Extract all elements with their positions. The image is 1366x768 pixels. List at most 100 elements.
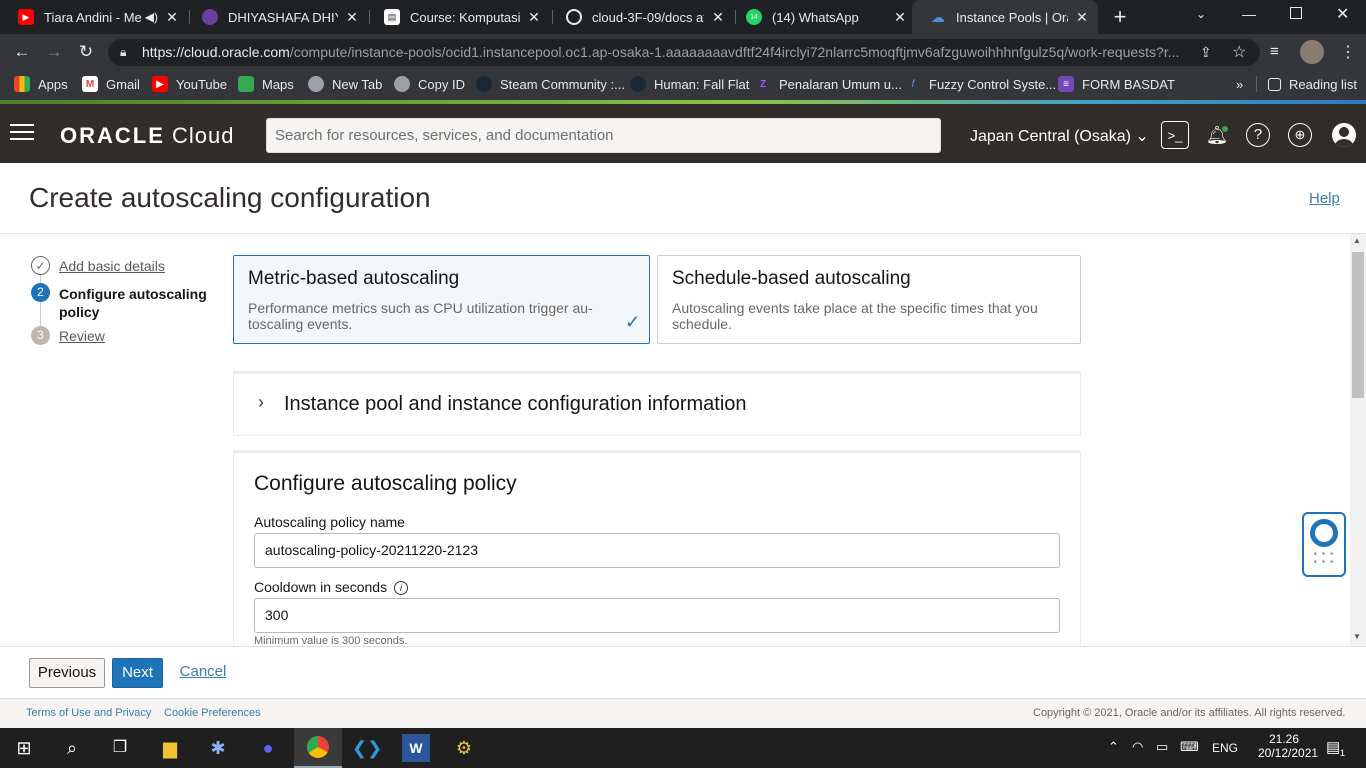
gmail-icon: M	[82, 76, 98, 92]
bookmark-steam[interactable]: Steam Community :...	[476, 70, 625, 98]
instance-section-title[interactable]: Instance pool and instance configuration…	[284, 393, 747, 416]
file-explorer-icon[interactable]: ▆	[156, 734, 184, 762]
bookmark-fuzzy[interactable]: f Fuzzy Control Syste...	[905, 70, 1057, 98]
bookmark-form-basdat[interactable]: ≡ FORM BASDAT	[1058, 70, 1175, 98]
notification-dot	[1222, 126, 1228, 132]
close-icon[interactable]: ✕	[164, 9, 180, 25]
tray-chevron-icon[interactable]: ⌃	[1108, 739, 1119, 755]
wifi-icon[interactable]: ◠	[1132, 739, 1143, 755]
cooldown-input[interactable]: 300	[254, 598, 1060, 633]
reload-icon[interactable]: ↻	[74, 40, 98, 64]
notification-center-icon[interactable]: ▤	[1326, 738, 1340, 756]
back-icon[interactable]: ←	[10, 40, 34, 64]
hamburger-menu-icon[interactable]	[10, 124, 34, 140]
browser-tab-5[interactable]: 14 (14) WhatsApp ✕	[728, 0, 916, 34]
restore-icon[interactable]	[1290, 7, 1302, 19]
close-icon[interactable]: ✕	[1074, 9, 1090, 25]
browser-tab-2[interactable]: DHIYASHAFA DHIYAH ✕	[184, 0, 368, 34]
keyboard-icon[interactable]: ⌨	[1180, 739, 1199, 755]
scroll-up-icon[interactable]: ▲	[1353, 236, 1361, 245]
bookmark-new-tab[interactable]: New Tab	[308, 70, 382, 98]
app-icon-2[interactable]: ⚙	[450, 734, 478, 762]
bookmark-maps[interactable]: Maps	[238, 70, 294, 98]
close-icon[interactable]: ✕	[526, 9, 542, 25]
browser-tab-1[interactable]: ▶ Tiara Andini - Me ◀) ✕	[0, 0, 188, 34]
speaker-icon[interactable]: ◀)	[145, 10, 158, 24]
profile-avatar[interactable]	[1300, 40, 1324, 64]
clock[interactable]: 21.26 20/12/2021	[1258, 732, 1319, 760]
chrome-taskbar-item[interactable]	[294, 728, 342, 768]
bookmark-gmail[interactable]: M Gmail	[82, 70, 140, 98]
help-icon[interactable]: ?	[1246, 123, 1270, 147]
globe-icon	[308, 76, 324, 92]
browser-tab-3[interactable]: ▤ Course: Komputasi Aw ✕	[366, 0, 550, 34]
bookmark-star-icon[interactable]: ☆	[1232, 42, 1246, 62]
vscode-icon[interactable]: ❮❯	[352, 734, 382, 762]
chevron-right-icon[interactable]: ›	[258, 392, 264, 413]
maps-icon	[238, 76, 254, 92]
tab-search-chevron-icon[interactable]: ⌄	[1196, 7, 1206, 21]
close-icon[interactable]: ✕	[710, 9, 726, 25]
notifications-bell-icon[interactable]: 🔔︎	[1203, 121, 1231, 149]
menu-dots-icon[interactable]: ⋮	[1340, 42, 1356, 62]
discord-icon[interactable]: ●	[254, 734, 282, 762]
globe-icon	[394, 76, 410, 92]
previous-button[interactable]: Previous	[29, 658, 105, 688]
windows-start-icon[interactable]: ⊞	[10, 734, 38, 762]
fuzzy-icon: f	[911, 78, 915, 90]
cancel-button[interactable]: Cancel	[178, 658, 228, 688]
close-icon[interactable]: ✕	[892, 9, 908, 25]
cooldown-label: Cooldown in seconds	[254, 579, 388, 595]
browser-tab-6-active[interactable]: ☁ Instance Pools | Oracle ✕	[912, 0, 1098, 34]
reading-list[interactable]: Reading list	[1268, 70, 1357, 98]
user-profile-icon[interactable]	[1332, 123, 1356, 147]
terms-link[interactable]: Terms of Use and Privacy	[26, 707, 151, 719]
battery-icon[interactable]: ▭	[1156, 739, 1168, 755]
scroll-down-icon[interactable]: ▼	[1353, 632, 1361, 641]
word-icon[interactable]: W	[402, 734, 430, 762]
cloud-icon: ☁	[931, 8, 945, 25]
bookmark-label: Fuzzy Control Syste...	[929, 76, 1057, 92]
step-review[interactable]: Review	[59, 328, 105, 344]
divider	[0, 233, 1366, 234]
media-control-icon[interactable]: ≡	[1270, 43, 1279, 60]
clock-time: 21.26	[1268, 732, 1300, 746]
step-add-basic-details[interactable]: Add basic details	[59, 258, 165, 274]
bookmark-human-fall-flat[interactable]: Human: Fall Flat	[630, 70, 749, 98]
close-icon[interactable]: ✕	[344, 9, 360, 25]
cloud-shell-icon[interactable]: >_	[1161, 121, 1189, 149]
bookmark-youtube[interactable]: ▶ YouTube	[152, 70, 227, 98]
window-close-icon[interactable]: ✕	[1336, 4, 1349, 24]
bookmark-label: Penalaran Umum u...	[779, 76, 902, 92]
next-button[interactable]: Next	[112, 658, 163, 688]
lock-icon[interactable]: 🔒︎	[120, 45, 126, 60]
bookmark-penalaran[interactable]: Z Penalaran Umum u...	[755, 70, 902, 98]
card-description: Performance metrics such as CPU utilizat…	[248, 300, 593, 332]
language-indicator[interactable]: ENG	[1212, 741, 1238, 755]
oracle-cloud-logo[interactable]: ORACLE Cloud	[60, 123, 235, 149]
drag-handle-icon[interactable]: • • • • • •	[1304, 550, 1344, 568]
help-widget[interactable]: • • • • • •	[1302, 512, 1346, 577]
browser-tab-4[interactable]: cloud-3F-09/docs at m ✕	[548, 0, 734, 34]
language-globe-icon[interactable]: ⊕	[1288, 123, 1312, 147]
clock-date: 20/12/2021	[1258, 746, 1319, 760]
search-icon[interactable]: ⌕	[58, 734, 86, 762]
url-text[interactable]: https://cloud.oracle.com/compute/instanc…	[142, 44, 1187, 60]
minimize-icon[interactable]: —	[1242, 6, 1256, 22]
scrollbar-thumb[interactable]	[1352, 252, 1364, 398]
info-icon[interactable]: i	[394, 581, 408, 595]
region-selector[interactable]: Japan Central (Osaka) ⌄	[970, 126, 1149, 146]
share-icon[interactable]: ⇪	[1200, 44, 1212, 61]
forward-icon[interactable]: →	[42, 40, 66, 64]
new-tab-icon[interactable]: +	[1108, 5, 1132, 29]
help-link[interactable]: Help	[1309, 190, 1340, 207]
bookmark-apps[interactable]: Apps	[14, 70, 68, 98]
bookmarks-overflow-icon[interactable]: »	[1236, 70, 1243, 98]
task-view-icon[interactable]: ❐	[106, 734, 134, 762]
app-icon[interactable]: ✱	[204, 734, 232, 762]
policy-name-input[interactable]: autoscaling-policy-20211220-2123	[254, 533, 1060, 568]
bookmark-copy-id[interactable]: Copy ID	[394, 70, 465, 98]
cookie-preferences-link[interactable]: Cookie Preferences	[164, 707, 261, 719]
lifebuoy-icon	[1310, 519, 1338, 547]
bookmark-label: Steam Community :...	[500, 76, 625, 92]
